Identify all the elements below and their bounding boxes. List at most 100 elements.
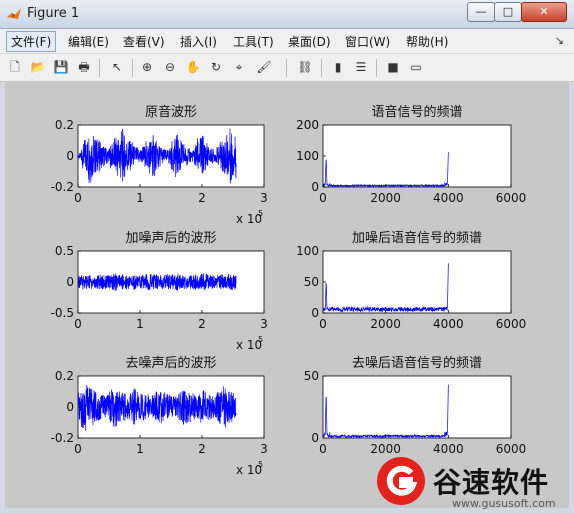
title-bar[interactable]: Figure 1 — □ ✕ xyxy=(0,0,574,29)
new-figure-icon[interactable]: 🗋 xyxy=(6,58,24,76)
save-icon[interactable]: 💾 xyxy=(52,58,70,76)
figure-toolbar: 🗋 📂 💾 🖶 ↖ ⊕ ⊖ ✋ ↻ ⌖ 🖌 ⛓ ▮ ☰ ■ ▭ xyxy=(0,54,574,82)
watermark-url: www.gususoft.com xyxy=(452,497,556,510)
y-tick-label: 50 xyxy=(304,369,319,383)
colorbar-icon[interactable]: ▮ xyxy=(329,58,347,76)
x-tick-label: 2 xyxy=(198,442,206,456)
y-tick-label: 0.2 xyxy=(55,369,74,383)
menubar-overflow-icon[interactable]: ↘ xyxy=(555,34,564,47)
y-tick-label: 0 xyxy=(66,400,74,414)
x-tick-label: 2000 xyxy=(370,191,401,205)
x-tick-label: 2000 xyxy=(370,317,401,331)
plot-title: 去噪后语音信号的频谱 xyxy=(352,355,482,371)
menu-desktop[interactable]: 桌面(D) xyxy=(288,33,331,50)
menu-edit[interactable]: 编辑(E) xyxy=(68,33,109,50)
watermark-logo-icon xyxy=(377,457,425,505)
menu-tools[interactable]: 工具(T) xyxy=(233,33,274,50)
x-tick-label: 0 xyxy=(74,191,82,205)
x-tick-label: 3 xyxy=(260,442,268,456)
link-plot-icon[interactable]: ⛓ xyxy=(296,58,314,76)
data-cursor-icon[interactable]: ⌖ xyxy=(230,58,248,76)
close-icon: ✕ xyxy=(539,5,549,18)
y-tick-label: 50 xyxy=(304,275,319,289)
x-tick-label: 6000 xyxy=(496,191,527,205)
x-tick-label: 1 xyxy=(136,191,144,205)
toolbar-separator xyxy=(286,59,287,77)
plot-title: 原音波形 xyxy=(145,104,197,120)
plots-svg: 原音波形0.20-0.20 1 2 3x 105语音信号的频谱20010000 2000… xyxy=(51,104,527,477)
minimize-button[interactable]: — xyxy=(467,2,495,22)
x-tick-label: 0 xyxy=(319,317,327,331)
y-tick-label: -0.5 xyxy=(51,306,74,320)
x-tick-label: 3 xyxy=(260,191,268,205)
minimize-icon: — xyxy=(475,5,487,18)
y-tick-label: 200 xyxy=(296,118,319,132)
menu-view[interactable]: 查看(V) xyxy=(123,33,165,50)
close-button[interactable]: ✕ xyxy=(521,2,567,22)
plot-title: 去噪声后的波形 xyxy=(125,355,216,371)
watermark-text: 谷速软件 xyxy=(433,466,550,499)
axes-box xyxy=(322,250,512,314)
toolbar-separator xyxy=(376,59,377,77)
window-title: Figure 1 xyxy=(27,6,80,21)
toolbar-separator xyxy=(99,59,100,77)
zoom-out-icon[interactable]: ⊖ xyxy=(161,58,179,76)
y-tick-label: 100 xyxy=(296,244,319,258)
y-tick-label: 0 xyxy=(66,149,74,163)
y-tick-label: 0.5 xyxy=(55,244,74,258)
y-tick-label: 0 xyxy=(311,180,319,194)
x-tick-label: 0 xyxy=(74,442,82,456)
rotate-icon[interactable]: ↻ xyxy=(207,58,225,76)
x-tick-label: 1 xyxy=(136,317,144,331)
pan-icon[interactable]: ✋ xyxy=(184,58,202,76)
print-icon[interactable]: 🖶 xyxy=(75,58,93,76)
x-exponent-power: 5 xyxy=(258,460,263,469)
menu-help[interactable]: 帮助(H) xyxy=(406,33,448,50)
maximize-button[interactable]: □ xyxy=(494,2,522,22)
x-exponent-power: 5 xyxy=(258,335,263,344)
x-tick-label: 3 xyxy=(260,317,268,331)
figure-canvas: 原音波形 0.2 0 -0.2 0 1 2 3 x 10 5 语音信号的频谱 200 100 0 0 2000… xyxy=(5,82,569,508)
x-exponent-power: 5 xyxy=(258,209,263,218)
x-tick-label: 6000 xyxy=(496,317,527,331)
zoom-in-icon[interactable]: ⊕ xyxy=(138,58,156,76)
y-tick-label: -0.2 xyxy=(51,431,74,445)
x-tick-label: 1 xyxy=(136,442,144,456)
x-tick-label: 6000 xyxy=(496,442,527,456)
toolbar-separator xyxy=(321,59,322,77)
toolbar-separator xyxy=(132,59,133,77)
maximize-icon: □ xyxy=(502,5,514,18)
open-icon[interactable]: 📂 xyxy=(29,58,47,76)
y-tick-label: 0 xyxy=(311,431,319,445)
hide-tools-icon[interactable]: ■ xyxy=(384,58,402,76)
y-tick-label: 100 xyxy=(296,149,319,163)
figure-window: Figure 1 — □ ✕ 文件(F) 编辑(E) 查看(V) 插入(I) 工… xyxy=(0,0,574,513)
plot-title: 语音信号的频谱 xyxy=(371,104,462,120)
plot-title: 加噪声后的波形 xyxy=(125,230,216,246)
x-tick-label: 4000 xyxy=(433,191,464,205)
x-tick-label: 2 xyxy=(198,317,206,331)
x-tick-label: 4000 xyxy=(433,317,464,331)
x-tick-label: 4000 xyxy=(433,442,464,456)
menu-bar: 文件(F) 编辑(E) 查看(V) 插入(I) 工具(T) 桌面(D) 窗口(W… xyxy=(0,29,574,54)
menu-insert[interactable]: 插入(I) xyxy=(180,33,217,50)
y-tick-label: 0.2 xyxy=(55,118,74,132)
brush-icon[interactable]: 🖌 xyxy=(255,58,273,76)
axes-box xyxy=(322,375,512,439)
legend-icon[interactable]: ☰ xyxy=(352,58,370,76)
x-tick-label: 2 xyxy=(198,191,206,205)
y-tick-label: -0.2 xyxy=(51,180,74,194)
x-tick-label: 0 xyxy=(319,191,327,205)
y-tick-label: 0 xyxy=(311,306,319,320)
matlab-logo-icon xyxy=(7,8,21,19)
show-tools-icon[interactable]: ▭ xyxy=(407,58,425,76)
x-tick-label: 0 xyxy=(74,317,82,331)
x-tick-label: 2000 xyxy=(370,442,401,456)
plot-title: 加噪后语音信号的频谱 xyxy=(352,230,482,246)
x-tick-label: 0 xyxy=(319,442,327,456)
menu-window[interactable]: 窗口(W) xyxy=(345,33,390,50)
y-tick-label: 0 xyxy=(66,275,74,289)
pointer-icon[interactable]: ↖ xyxy=(108,58,126,76)
axes-box xyxy=(322,124,512,188)
menu-file[interactable]: 文件(F) xyxy=(6,31,57,52)
